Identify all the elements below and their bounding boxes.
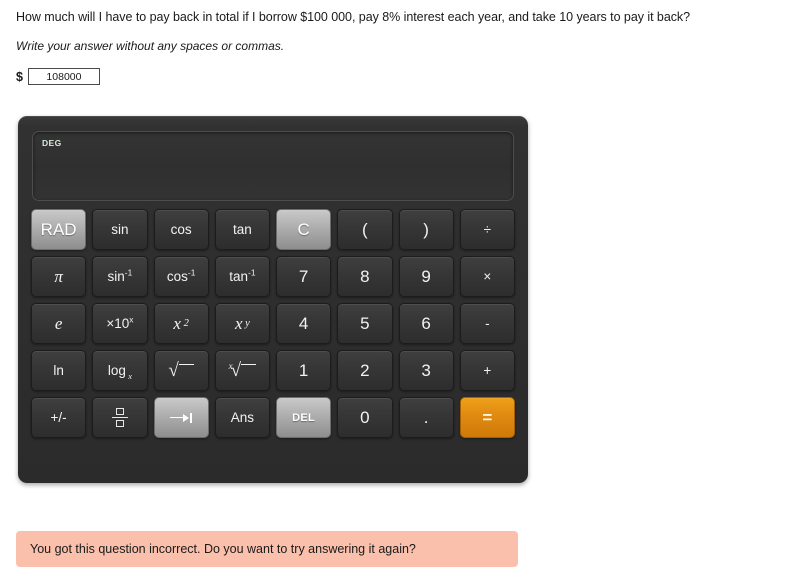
- key-times-ten-power[interactable]: ×10x: [92, 303, 148, 344]
- currency-symbol: $: [16, 69, 23, 84]
- key-add[interactable]: +: [459, 350, 515, 391]
- instruction-text: Write your answer without any spaces or …: [16, 39, 285, 53]
- key-9[interactable]: 9: [398, 256, 454, 297]
- key-arcsin[interactable]: sin-1: [92, 256, 148, 297]
- key-multiply[interactable]: ×: [459, 256, 515, 297]
- key-subtract[interactable]: -: [459, 303, 515, 344]
- key-2[interactable]: 2: [337, 350, 393, 391]
- key-4[interactable]: 4: [276, 303, 332, 344]
- key-pi[interactable]: π: [31, 256, 87, 297]
- scientific-calculator: DEG RAD sin cos tan C() ÷ π sin-1 cos-1 tan-1 7 8 9 ×…: [18, 116, 528, 483]
- key-delete[interactable]: DEL: [276, 397, 332, 438]
- key-sin[interactable]: sin: [92, 209, 148, 250]
- question-area: How much will I have to pay back in tota…: [0, 0, 800, 85]
- key-clear[interactable]: C: [276, 209, 332, 250]
- key-rad[interactable]: RAD: [31, 209, 87, 250]
- key-6[interactable]: 6: [398, 303, 454, 344]
- question-text: How much will I have to pay back in tota…: [16, 10, 691, 24]
- key-nth-root[interactable]: x √: [214, 350, 270, 391]
- key-divide[interactable]: ÷: [459, 209, 515, 250]
- key-log-base[interactable]: log x: [92, 350, 148, 391]
- key-sqrt[interactable]: √: [153, 350, 209, 391]
- key-1[interactable]: 1: [276, 350, 332, 391]
- key-sign-toggle[interactable]: +/-: [31, 397, 87, 438]
- key-equals[interactable]: =: [459, 397, 515, 438]
- key-answer[interactable]: Ans: [214, 397, 270, 438]
- calculator-display: DEG: [32, 131, 514, 201]
- key-ln[interactable]: ln: [31, 350, 87, 391]
- key-5[interactable]: 5: [337, 303, 393, 344]
- key-cos[interactable]: cos: [153, 209, 209, 250]
- key-e[interactable]: e: [31, 303, 87, 344]
- key-tan[interactable]: tan: [214, 209, 270, 250]
- key-power[interactable]: x y: [214, 303, 270, 344]
- key-open-paren[interactable]: (: [337, 209, 393, 250]
- key-arctan[interactable]: tan-1: [214, 256, 270, 297]
- answer-row: $: [16, 68, 800, 85]
- feedback-message: You got this question incorrect. Do you …: [30, 542, 416, 556]
- calculator-keypad: RAD sin cos tan C() ÷ π sin-1 cos-1 tan-1 7 8 9 × e ×10…: [30, 209, 516, 438]
- key-close-paren[interactable]: ): [398, 209, 454, 250]
- key-0[interactable]: 0: [337, 397, 393, 438]
- key-8[interactable]: 8: [337, 256, 393, 297]
- key-square[interactable]: x 2: [153, 303, 209, 344]
- key-7[interactable]: 7: [276, 256, 332, 297]
- answer-input[interactable]: [27, 68, 100, 85]
- key-fraction[interactable]: [92, 397, 148, 438]
- feedback-banner: You got this question incorrect. Do you …: [16, 531, 518, 567]
- key-tab[interactable]: [153, 397, 209, 438]
- angle-mode-indicator: DEG: [42, 138, 62, 148]
- key-decimal[interactable]: .: [398, 397, 454, 438]
- key-3[interactable]: 3: [398, 350, 454, 391]
- key-arccos[interactable]: cos-1: [153, 256, 209, 297]
